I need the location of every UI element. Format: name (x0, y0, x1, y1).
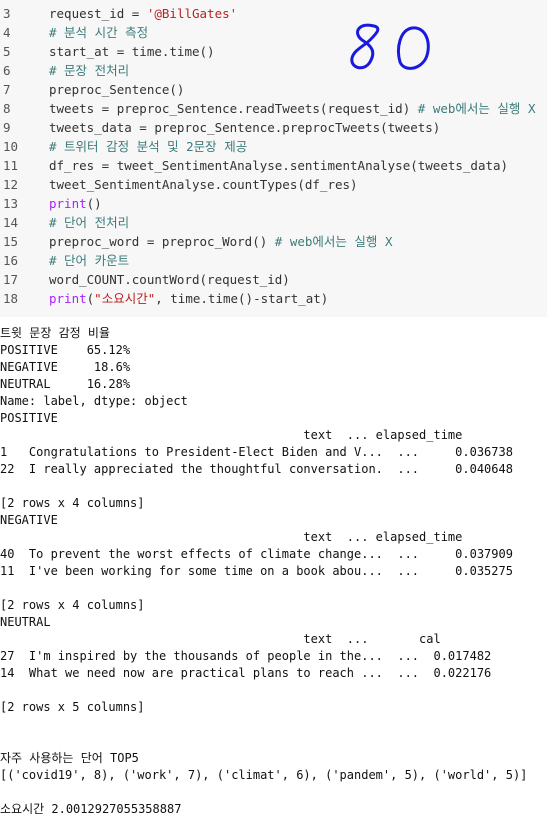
line-number: 12 (3, 177, 19, 192)
output-line: 22 I really appreciated the thoughtful c… (0, 462, 513, 476)
code-token: '@BillGates' (146, 6, 238, 21)
line-number: 3 (3, 6, 11, 21)
line-number: 16 (3, 253, 19, 268)
code-token: request_id = (49, 6, 147, 21)
cell-output: 트윗 문장 감정 비율 POSITIVE 65.12% NEGATIVE 18.6%… (0, 317, 547, 820)
code-text: print() (49, 194, 102, 213)
output-line: Name: label, dtype: object (0, 394, 188, 408)
code-text: preproc_word = preproc_Word() # web에서는 실… (49, 232, 393, 251)
output-line: text ... cal (0, 632, 441, 646)
line-number: 11 (3, 158, 19, 173)
code-token: # 문장 전처리 (49, 63, 130, 78)
code-text: tweet_SentimentAnalyse.countTypes(df_res… (49, 175, 358, 194)
output-line: [2 rows x 4 columns] (0, 598, 145, 612)
output-line: 소요시간 2.0012927055358887 (0, 802, 182, 816)
code-token: start_at = time.time() (49, 44, 215, 59)
line-number: 10 (3, 139, 19, 154)
code-token: () (86, 196, 102, 211)
line-number: 14 (3, 215, 19, 230)
output-line: 1 Congratulations to President-Elect Bid… (0, 445, 513, 459)
code-token: # 분석 시간 측정 (49, 25, 149, 40)
output-line: NEUTRAL (0, 615, 51, 629)
output-line: NEGATIVE 18.6% (0, 360, 131, 374)
output-line: 27 I'm inspired by the thousands of peop… (0, 649, 492, 663)
code-text: tweets = preproc_Sentence.readTweets(req… (49, 99, 535, 118)
output-line: [2 rows x 5 columns] (0, 700, 145, 714)
output-line: 트윗 문장 감정 비율 (0, 326, 110, 340)
line-number: 13 (3, 196, 19, 211)
output-line: 14 What we need now are practical plans … (0, 666, 492, 680)
handwritten-score-drawing (350, 23, 430, 70)
code-text: # 트위터 감정 분석 및 2문장 제공 (49, 137, 247, 156)
output-line: NEGATIVE (0, 513, 58, 527)
line-number: 8 (3, 101, 11, 116)
line-number: 9 (3, 120, 11, 135)
output-line: POSITIVE (0, 411, 58, 425)
line-number: 7 (3, 82, 11, 97)
line-number: 4 (3, 25, 11, 40)
code-text: df_res = tweet_SentimentAnalyse.sentimen… (49, 156, 508, 175)
code-text: # 단어 카운트 (49, 251, 129, 270)
code-text: # 단어 전처리 (49, 213, 129, 232)
code-token: tweets = preproc_Sentence.readTweets(req… (49, 101, 418, 116)
output-line: [('covid19', 8), ('work', 7), ('climat',… (0, 768, 528, 782)
line-number: 18 (3, 291, 19, 306)
output-line: 40 To prevent the worst effects of clima… (0, 547, 513, 561)
code-token: preproc_word = preproc_Word() (49, 234, 275, 249)
code-token: , time.time()-start_at) (155, 291, 329, 306)
code-text: tweets_data = preproc_Sentence.preprocTw… (49, 118, 440, 137)
code-token: preproc_Sentence() (49, 82, 185, 97)
code-cell[interactable]: 3 request_id = '@BillGates' 4 # 분석 시간 측정 5 st… (0, 0, 547, 317)
output-line: 11 I've been working for some time on a … (0, 564, 513, 578)
code-token: # 단어 전처리 (49, 215, 130, 230)
code-text: start_at = time.time() (49, 42, 215, 61)
code-token: print (49, 196, 87, 211)
code-text: # 문장 전처리 (49, 61, 129, 80)
code-text: print("소요시간", time.time()-start_at) (49, 289, 328, 308)
code-token: # web에서는 실행 X (417, 101, 536, 116)
code-token: word_COUNT.countWord(request_id) (49, 272, 290, 287)
code-token: tweets_data = preproc_Sentence.preprocTw… (49, 120, 441, 135)
line-number: 6 (3, 63, 11, 78)
code-token: # 단어 카운트 (49, 253, 130, 268)
output-line: text ... elapsed_time (0, 428, 463, 442)
code-text: # 분석 시간 측정 (49, 23, 148, 42)
output-line: NEUTRAL 16.28% (0, 377, 131, 391)
code-token: # 트위터 감정 분석 및 2문장 제공 (49, 139, 248, 154)
output-line: text ... elapsed_time (0, 530, 463, 544)
line-number: 15 (3, 234, 19, 249)
code-token: # web에서는 실행 X (274, 234, 393, 249)
line-number: 5 (3, 44, 11, 59)
code-token: "소요시간" (94, 291, 156, 306)
code-text: word_COUNT.countWord(request_id) (49, 270, 290, 289)
line-number: 17 (3, 272, 19, 287)
code-token: print (49, 291, 87, 306)
code-token: tweet_SentimentAnalyse.countTypes(df_res… (49, 177, 358, 192)
output-line: [2 rows x 4 columns] (0, 496, 145, 510)
code-text: preproc_Sentence() (49, 80, 184, 99)
code-token: df_res = tweet_SentimentAnalyse.sentimen… (49, 158, 509, 173)
output-line: POSITIVE 65.12% (0, 343, 131, 357)
code-text: request_id = '@BillGates' (49, 4, 237, 23)
output-line: 자주 사용하는 단어 TOP5 (0, 751, 139, 765)
